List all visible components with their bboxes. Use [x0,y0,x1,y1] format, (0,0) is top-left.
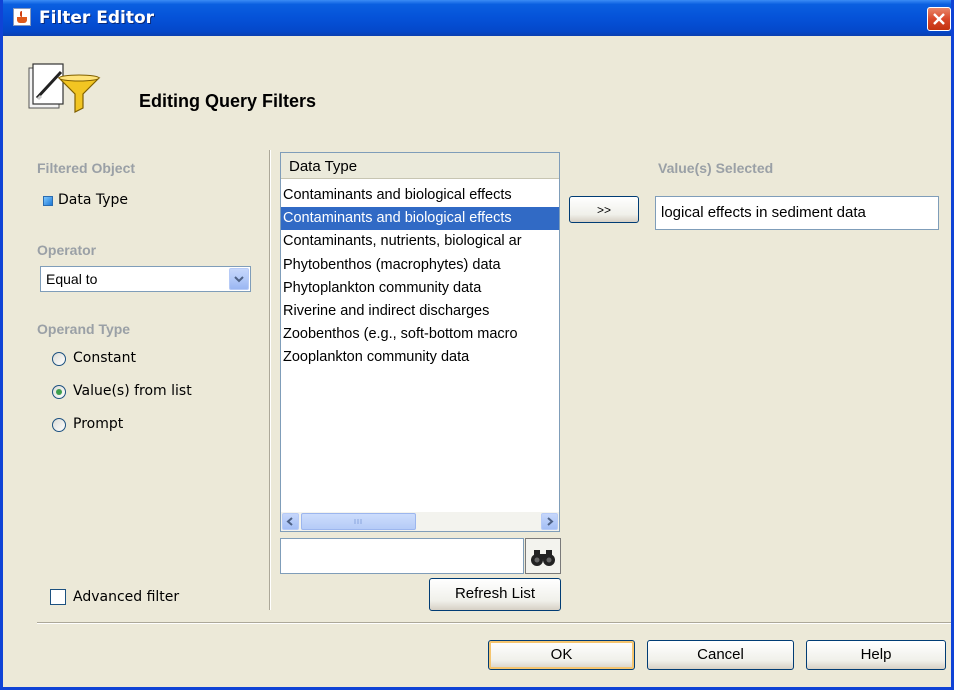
values-selected-label: Value(s) Selected [658,160,774,176]
scroll-left-icon[interactable] [282,513,299,530]
operator-value: Equal to [46,271,98,287]
data-type-list[interactable]: Data Type Contaminants and biological ef… [280,152,560,532]
search-input[interactable] [280,538,524,574]
help-button[interactable]: Help [806,640,946,670]
refresh-list-button[interactable]: Refresh List [429,578,561,611]
refresh-list-label: Refresh List [454,585,536,602]
java-icon [13,8,31,26]
scroll-thumb[interactable] [301,513,416,530]
radio-constant-label[interactable]: Constant [73,350,136,366]
list-item[interactable]: Contaminants and biological effects [281,184,559,207]
list-item[interactable]: Contaminants, nutrients, biological ar [281,230,559,253]
cancel-label: Cancel [697,646,744,663]
binoculars-icon [531,550,555,566]
object-icon [43,196,53,206]
radio-constant[interactable] [52,352,66,366]
add-value-button[interactable]: >> [569,196,639,223]
list-header-label: Data Type [289,158,358,175]
ok-label: OK [550,646,573,663]
radio-values-from-list[interactable] [52,385,66,399]
add-value-label: >> [596,203,611,217]
cancel-button[interactable]: Cancel [647,640,794,670]
horizontal-divider [37,622,951,624]
radio-prompt[interactable] [52,418,66,432]
list-item-selected[interactable]: Contaminants and biological effects [281,207,559,231]
values-selected-field[interactable]: logical effects in sediment data [655,196,939,230]
ok-button[interactable]: OK [488,640,635,670]
title-bar[interactable]: Filter Editor [3,0,951,36]
list-column-header[interactable]: Data Type [281,153,559,179]
list-item[interactable]: Phytobenthos (macrophytes) data [281,254,559,277]
filtered-object-label: Filtered Object [37,160,136,176]
radio-values-from-list-label[interactable]: Value(s) from list [73,383,192,399]
values-selected-text: logical effects in sediment data [661,204,866,221]
list-item[interactable]: Zooplankton community data [281,346,559,369]
operator-label: Operator [37,242,97,258]
close-icon [933,13,945,25]
list-item[interactable]: Riverine and indirect discharges [281,300,559,323]
close-button[interactable] [927,7,951,31]
operand-type-label: Operand Type [37,321,131,337]
advanced-filter-label[interactable]: Advanced filter [73,589,179,605]
filter-editor-dialog: Filter Editor Editing Query Filters Filt… [0,0,954,690]
filter-editor-icon [28,63,101,113]
advanced-filter-checkbox[interactable] [50,589,66,605]
search-button[interactable] [525,538,561,574]
list-item[interactable]: Phytoplankton community data [281,277,559,300]
horizontal-scrollbar[interactable] [280,512,560,532]
chevron-down-icon[interactable] [229,268,249,290]
page-title: Editing Query Filters [139,91,317,111]
window-title: Filter Editor [39,8,155,28]
vertical-divider [269,150,271,610]
filtered-object-value: Data Type [58,192,129,208]
operator-select[interactable]: Equal to [40,266,251,292]
help-label: Help [860,646,892,663]
scroll-right-icon[interactable] [541,513,558,530]
list-item[interactable]: Zoobenthos (e.g., soft-bottom macro [281,323,559,346]
radio-prompt-label[interactable]: Prompt [73,416,123,432]
